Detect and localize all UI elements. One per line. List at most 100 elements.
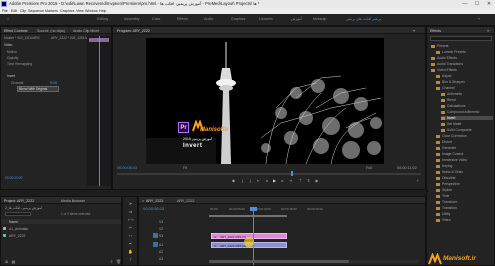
effect-item[interactable]: Solid Composite — [441, 128, 472, 132]
program-video-frame[interactable]: Pr Manisoftir آموزش پریمیر 2015 Invert — [146, 38, 384, 164]
effect-item[interactable]: Presets — [431, 44, 449, 48]
menu-sequence[interactable]: Sequence — [28, 9, 44, 13]
effect-item[interactable]: Video Effects — [431, 68, 457, 72]
ws-graphics[interactable]: Graphics — [231, 17, 245, 21]
step-forward-icon[interactable]: ▸ — [280, 178, 285, 183]
track-select-tool-icon[interactable]: ⇉ — [128, 209, 133, 214]
program-zoom[interactable]: Full — [366, 166, 372, 170]
ripple-edit-tool-icon[interactable]: ⟷ — [128, 217, 134, 222]
timeline-playhead-handle[interactable] — [250, 207, 257, 211]
ws-active[interactable]: پریمیر آفکت های پریمیر — [346, 17, 381, 21]
timeline-ruler[interactable]: 00:00 00:00:05:00 00:00:10:00 00:00:15:0… — [209, 207, 424, 214]
program-timecode[interactable]: 00:00:06:03 — [117, 166, 137, 170]
effect-item[interactable]: Audio Effects — [431, 56, 457, 60]
tab-effects[interactable]: Effects — [430, 29, 441, 33]
effect-item[interactable]: Blend — [441, 98, 456, 102]
razor-tool-icon[interactable]: ✂ — [128, 225, 133, 230]
program-playhead[interactable] — [291, 171, 293, 176]
a1-target-toggle[interactable] — [153, 242, 158, 247]
ws-audio[interactable]: Audio — [204, 17, 213, 21]
go-to-out-icon[interactable]: ⇥ — [288, 178, 293, 183]
tab-program[interactable]: Program: ARY_2222 — [117, 29, 150, 33]
tab-sequence-1[interactable]: ARY_2222 — [146, 199, 163, 203]
effect-item[interactable]: Immersive Video — [436, 158, 467, 162]
menu-markers[interactable]: Markers — [45, 9, 58, 13]
effect-item[interactable]: Image Control — [436, 152, 463, 156]
effect-item[interactable]: Transform — [436, 200, 457, 204]
tab-project[interactable]: Project: ARY_2222 — [4, 199, 34, 203]
track-v1[interactable]: V1 — [159, 234, 163, 238]
effect-item[interactable]: Set Matte — [441, 122, 462, 126]
track-a1[interactable]: A1 — [159, 243, 163, 247]
mark-in-icon[interactable]: { — [240, 178, 245, 183]
effect-item[interactable]: Perspective — [436, 182, 460, 186]
tab-effect-controls[interactable]: Effect Controls — [4, 29, 28, 33]
hand-tool-icon[interactable]: ✋ — [128, 249, 133, 254]
effect-item[interactable]: Keying — [436, 164, 452, 168]
program-scrubber[interactable] — [117, 171, 421, 176]
effect-item[interactable]: Utility — [436, 212, 450, 216]
tab-source[interactable]: Source: (no clips) — [37, 29, 65, 33]
effect-item[interactable]: Transition — [436, 206, 457, 210]
timeline-timecode[interactable]: 00:00:06:03 — [143, 206, 164, 211]
track-a3[interactable]: A3 — [159, 257, 163, 261]
icon-view-icon[interactable]: ▦ — [11, 259, 16, 264]
effect-item[interactable]: Blur & Sharpen — [436, 80, 465, 84]
new-item-icon[interactable]: ＋ — [109, 259, 114, 264]
program-fit[interactable]: Fit — [183, 166, 187, 170]
extract-icon[interactable]: ⇞ — [306, 178, 311, 183]
pen-tool-icon[interactable]: ✒ — [128, 241, 133, 246]
workspaces-menu-icon[interactable]: » — [478, 17, 480, 21]
fx-channel-value[interactable]: RGB — [50, 81, 57, 85]
timeline-playhead[interactable] — [253, 207, 254, 265]
v1-target-toggle[interactable] — [153, 233, 158, 238]
menu-graphics[interactable]: Graphics — [60, 9, 74, 13]
project-search-input[interactable] — [5, 212, 31, 216]
menu-help[interactable]: Help — [99, 9, 106, 13]
effect-item[interactable]: Noise & Grain — [436, 170, 463, 174]
effect-item[interactable]: Adjust — [436, 74, 451, 78]
play-icon[interactable]: ▶ — [272, 178, 277, 183]
list-view-icon[interactable]: ≣ — [4, 259, 9, 264]
track-v3[interactable]: V3 — [159, 220, 163, 224]
effects-search-input[interactable] — [430, 36, 492, 41]
ws-custom-1[interactable]: آموزش — [291, 17, 302, 21]
fx-invert[interactable]: Invert — [7, 74, 15, 78]
close-button[interactable]: ✕ — [483, 0, 495, 8]
home-icon[interactable]: ⌂ — [7, 17, 9, 21]
fx-time-remap[interactable]: Time Remapping — [7, 62, 32, 66]
button-editor-icon[interactable]: + — [415, 178, 420, 183]
project-item-1[interactable]: A1_Animatio — [9, 227, 28, 231]
menu-edit[interactable]: Edit — [11, 9, 17, 13]
menu-view[interactable]: View — [76, 9, 84, 13]
project-row[interactable]: A1_Animatio — [1, 226, 121, 231]
ws-custom-2[interactable]: Metaclip — [313, 17, 326, 21]
effect-item[interactable]: Distort — [436, 140, 452, 144]
menu-file[interactable]: File — [2, 9, 8, 13]
ec-playhead[interactable] — [99, 36, 100, 186]
effect-item[interactable]: Stylize — [436, 188, 452, 192]
tab-sequence-2[interactable]: ARY_2222 — [177, 199, 194, 203]
tab-media-browser[interactable]: Media Browser — [61, 199, 85, 203]
ec-timecode[interactable]: 00:00:00:00 — [5, 176, 22, 180]
track-a2[interactable]: A2 — [159, 250, 163, 254]
fx-opacity[interactable]: Opacity — [7, 56, 18, 60]
ws-color[interactable]: Color — [152, 17, 161, 21]
maximize-button[interactable]: ☐ — [471, 0, 483, 8]
ws-effects[interactable]: Effects — [177, 17, 188, 21]
export-frame-icon[interactable]: ◉ — [314, 178, 319, 183]
go-to-in-icon[interactable]: ⇤ — [256, 178, 261, 183]
mark-out-icon[interactable]: } — [248, 178, 253, 183]
effect-item[interactable]: Video — [436, 218, 451, 222]
tab-audio-clip-mixer[interactable]: Audio Clip Mixer — [73, 29, 99, 33]
type-tool-icon[interactable]: T — [128, 257, 133, 262]
lift-icon[interactable]: ⇡ — [298, 178, 303, 183]
effect-item[interactable]: Lumetri Presets — [436, 50, 466, 54]
minimize-button[interactable]: — — [459, 0, 471, 8]
effect-item[interactable]: Time — [436, 194, 449, 198]
effect-item[interactable]: Arithmetic — [441, 92, 462, 96]
effect-item[interactable]: Audio Transitions — [431, 62, 463, 66]
source-label[interactable]: Master * 002_12DLMRX — [4, 36, 40, 40]
effect-item[interactable]: Obsolete — [436, 176, 456, 180]
program-menu-icon[interactable]: ≡ — [413, 29, 415, 33]
